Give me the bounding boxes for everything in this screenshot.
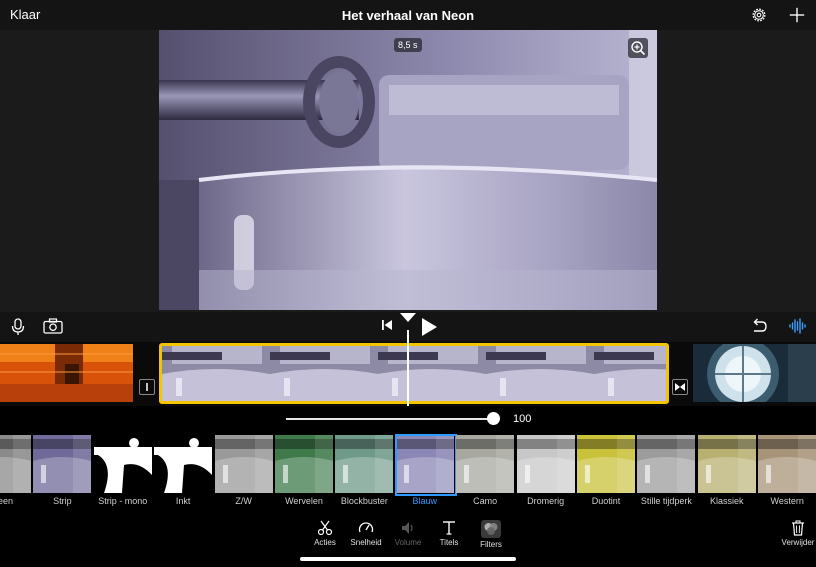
playhead[interactable] [407,330,409,406]
actions-button[interactable]: Acties [303,520,347,547]
filter-thumbnail [697,435,756,493]
filter-item-blockbuster[interactable]: Blockbuster [335,435,394,506]
clip-frame-thumbnail [270,346,378,401]
undo-icon[interactable] [750,318,768,334]
volume-button[interactable]: Volume [386,520,430,547]
filter-thumbnail [214,435,273,493]
text-icon [443,521,455,535]
clip-frame-thumbnail [594,346,666,401]
zoom-in-icon[interactable] [628,38,648,58]
filter-item-stille-tijdperk[interactable]: Stille tijdperk [637,435,696,506]
video-preview[interactable] [159,30,657,310]
filter-item-blauw[interactable]: Blauw [394,434,457,506]
filter-thumbnail [154,435,213,493]
filter-item-wervelen[interactable]: Wervelen [275,435,333,506]
filter-item-strip[interactable]: Strip [33,435,92,506]
timeline-clip-previous[interactable] [0,344,133,402]
speaker-icon [402,522,413,534]
clip-frame-thumbnail [162,346,270,401]
filter-intensity-knob[interactable] [487,412,500,425]
filters-button[interactable]: Filters [469,520,513,549]
clip-duration-badge: 8,5 s [394,38,422,52]
titles-label: Titels [439,538,459,547]
filter-item-inkt[interactable]: Inkt [154,435,213,506]
plus-icon[interactable] [788,6,806,24]
home-indicator [300,557,516,561]
filter-thumbnail [0,435,31,493]
camera-icon[interactable] [43,318,63,334]
clip-frame-thumbnail [378,346,486,401]
gear-icon[interactable] [750,6,768,24]
audio-waveform-icon[interactable] [788,318,806,334]
filter-item-z-w[interactable]: Z/W [214,435,273,506]
volume-label: Volume [394,538,422,547]
filter-thumbnail [516,435,575,493]
playhead-marker [400,313,416,322]
speed-button[interactable]: Snelheid [344,520,388,547]
filter-thumbnail [335,435,394,493]
filter-item-dromerig[interactable]: Dromerig [516,435,575,506]
filter-item-western[interactable]: Western [758,435,816,506]
filter-item-klassiek[interactable]: Klassiek [697,435,756,506]
project-title: Het verhaal van Neon [341,8,475,23]
clip-frame-thumbnail [486,346,594,401]
filter-thumbnail [275,435,333,493]
filter-item-strip-mono[interactable]: Strip - mono [93,435,152,506]
timeline-clip-next[interactable] [693,344,816,402]
filter-item-camo[interactable]: Camo [456,435,515,506]
filter-thumbnail [758,435,816,493]
scissors-icon [317,520,333,536]
delete-button[interactable]: Verwijder [778,520,816,547]
filters-icon [481,520,501,538]
actions-label: Acties [314,538,336,547]
skip-to-start-icon[interactable] [380,318,394,332]
filter-list: GeenStripStrip - monoInktZ/WWervelenBloc… [0,434,816,507]
titles-button[interactable]: Titels [427,520,471,547]
speedometer-icon [358,522,374,533]
microphone-icon[interactable] [10,318,26,336]
filter-thumbnail [33,435,92,493]
filter-intensity-value: 100 [513,413,532,425]
trash-icon [792,520,804,536]
filter-item-duotint[interactable]: Duotint [577,435,635,506]
timeline-clip-selected[interactable] [159,343,669,404]
transition-button[interactable] [672,379,688,395]
selected-filter-frame [394,434,457,496]
filter-intensity-track[interactable] [286,418,494,420]
play-icon[interactable] [420,317,438,337]
filter-label: Western [770,496,804,506]
filter-item-geen[interactable]: Geen [0,435,31,506]
filters-label: Filters [480,540,502,549]
filter-thumbnail [577,435,635,493]
filter-thumbnail [637,435,696,493]
transition-icon [675,383,685,391]
filter-thumbnail [456,435,515,493]
delete-label: Verwijder [781,538,815,547]
trim-handle-left[interactable] [139,379,155,395]
filter-thumbnail [93,435,152,493]
speed-label: Snelheid [350,538,382,547]
